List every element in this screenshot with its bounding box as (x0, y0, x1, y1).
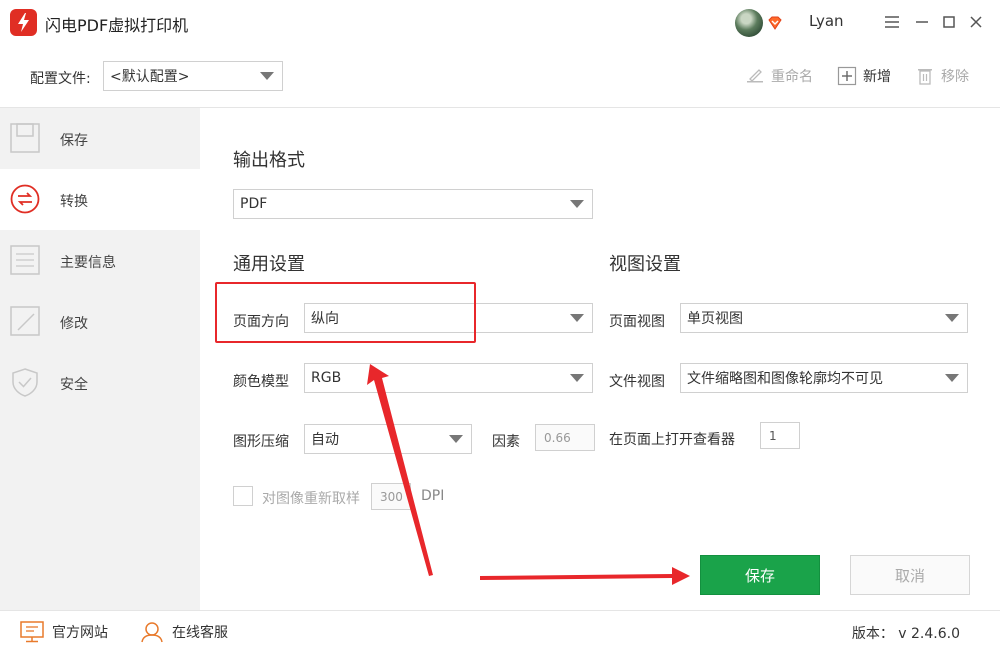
sidebar-item-label: 转换 (60, 194, 88, 210)
annotation-arrow-right (480, 567, 690, 585)
sidebar-item-info[interactable]: 主要信息 (0, 230, 200, 291)
add-button[interactable]: 新增 (837, 64, 891, 88)
factor-input[interactable]: 0.66 (535, 424, 595, 451)
title-bar: 闪电PDF虚拟打印机 Lyan (0, 0, 1000, 46)
save-icon (10, 123, 40, 153)
chevron-down-icon (449, 435, 463, 443)
close-icon[interactable] (964, 10, 988, 34)
add-label: 新增 (863, 69, 891, 85)
color-model-value: RGB (311, 370, 342, 386)
app-title: 闪电PDF虚拟打印机 (45, 16, 189, 35)
avatar[interactable] (735, 9, 763, 37)
edit-icon (10, 306, 40, 336)
open-page-label: 在页面上打开查看器 (609, 432, 735, 448)
page-view-select[interactable]: 单页视图 (680, 303, 968, 333)
trash-icon (918, 69, 932, 85)
config-label: 配置文件: (30, 71, 91, 87)
chevron-down-icon (260, 72, 274, 80)
page-view-value: 单页视图 (687, 311, 743, 327)
convert-icon (10, 184, 40, 214)
annotation-highlight-box (215, 282, 476, 343)
official-website-link[interactable]: 官方网站 (20, 621, 108, 643)
resample-label: 对图像重新取样 (262, 491, 360, 507)
sidebar-item-edit[interactable]: 修改 (0, 291, 200, 352)
username[interactable]: Lyan (809, 12, 844, 30)
chevron-down-icon (945, 314, 959, 322)
maximize-icon[interactable] (937, 10, 961, 34)
document-view-select[interactable]: 文件缩略图和图像轮廓均不可见 (680, 363, 968, 393)
cancel-button[interactable]: 取消 (850, 555, 970, 595)
output-format-value: PDF (240, 196, 268, 212)
sidebar: 保存 转换 主要信息 修改 安全 (0, 108, 200, 610)
remove-label: 移除 (941, 69, 969, 85)
document-view-label: 文件视图 (609, 374, 665, 390)
remove-button[interactable]: 移除 (915, 64, 969, 88)
chevron-down-icon (570, 374, 584, 382)
resample-dpi-input[interactable]: 300 (371, 483, 411, 510)
general-settings-title: 通用设置 (233, 254, 305, 275)
chevron-down-icon (945, 374, 959, 382)
minimize-icon[interactable] (910, 10, 934, 34)
output-format-title: 输出格式 (233, 150, 305, 171)
compression-value: 自动 (311, 432, 339, 448)
rename-label: 重命名 (771, 69, 813, 85)
online-support-label: 在线客服 (172, 625, 228, 641)
view-settings-title: 视图设置 (609, 254, 681, 275)
config-select-value: <默认配置> (110, 69, 190, 85)
shield-icon (12, 368, 38, 397)
color-model-label: 颜色模型 (233, 374, 289, 390)
app-logo-icon (10, 9, 37, 36)
save-button[interactable]: 保存 (700, 555, 820, 595)
document-view-value: 文件缩略图和图像轮廓均不可见 (687, 371, 883, 387)
open-page-input[interactable]: 1 (760, 422, 800, 449)
vip-badge-icon (767, 15, 783, 31)
resample-checkbox[interactable] (233, 486, 253, 506)
page-view-label: 页面视图 (609, 314, 665, 330)
info-icon (10, 245, 40, 275)
chevron-down-icon (570, 200, 584, 208)
sidebar-item-label: 保存 (60, 133, 88, 149)
compression-select[interactable]: 自动 (304, 424, 472, 454)
sidebar-item-save[interactable]: 保存 (0, 108, 200, 169)
config-bar: 配置文件: <默认配置> 重命名 新增 移除 (0, 46, 1000, 108)
chevron-down-icon (570, 314, 584, 322)
add-icon (837, 66, 857, 86)
factor-label: 因素 (492, 434, 520, 450)
sidebar-item-label: 主要信息 (60, 255, 116, 271)
config-select[interactable]: <默认配置> (103, 61, 283, 91)
annotation-arrow-up (367, 364, 433, 576)
rename-button[interactable]: 重命名 (745, 64, 813, 88)
menu-icon[interactable] (880, 10, 904, 34)
monitor-icon (20, 621, 44, 643)
sidebar-item-label: 修改 (60, 316, 88, 332)
color-model-select[interactable]: RGB (304, 363, 593, 393)
sidebar-item-label: 安全 (60, 377, 88, 393)
online-support-link[interactable]: 在线客服 (140, 621, 228, 643)
version-text: 版本： v 2.4.6.0 (851, 626, 960, 642)
support-person-icon (141, 622, 163, 643)
sidebar-item-convert[interactable]: 转换 (0, 169, 200, 230)
compression-label: 图形压缩 (233, 434, 289, 450)
output-format-select[interactable]: PDF (233, 189, 593, 219)
resample-unit: DPI (421, 488, 445, 504)
sidebar-item-security[interactable]: 安全 (0, 352, 200, 413)
rename-icon (747, 69, 763, 83)
footer: 官方网站 在线客服 版本： v 2.4.6.0 (0, 610, 1000, 650)
official-website-label: 官方网站 (52, 625, 108, 641)
